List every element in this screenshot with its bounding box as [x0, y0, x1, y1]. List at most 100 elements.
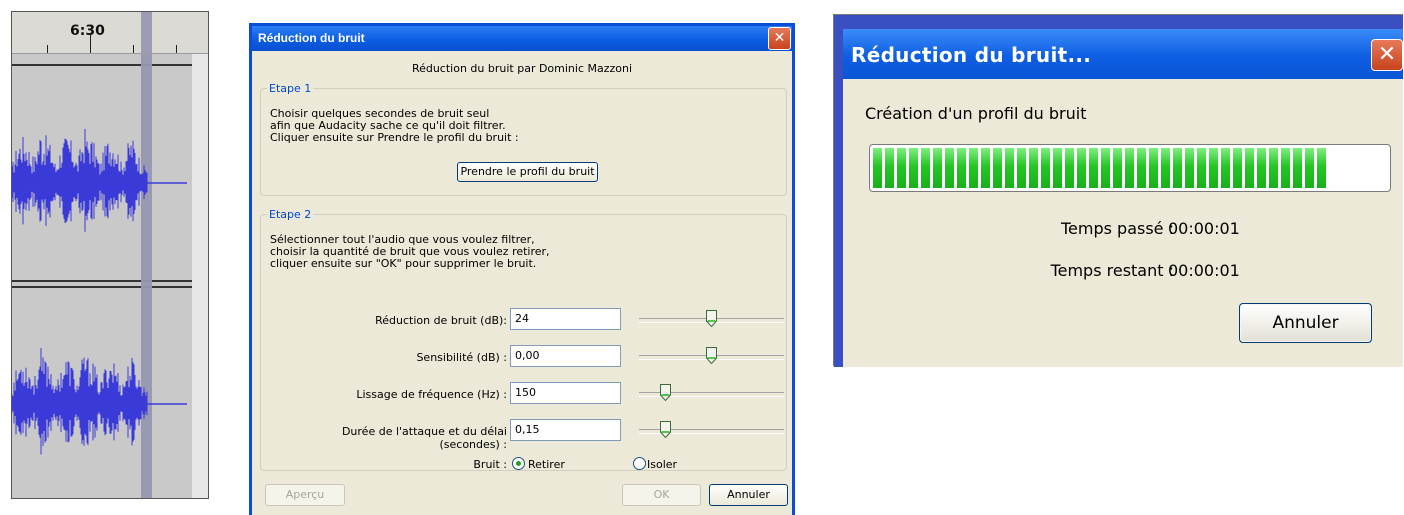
remaining-time-label: Temps restant :: [1050, 261, 1174, 280]
progress-dialog: Réduction du bruit... ✕ Création d'un pr…: [833, 14, 1403, 367]
step2-instructions: Sélectionner tout l'audio que vous voule…: [270, 234, 550, 270]
noise-reduction-label: Réduction de bruit (dB):: [375, 314, 507, 327]
remaining-time-value: 00:00:01: [1168, 261, 1240, 280]
progress-segment: [1113, 148, 1122, 188]
progress-segment: [1041, 148, 1050, 188]
progress-segment: [1293, 148, 1302, 188]
waveform-path: [12, 128, 148, 232]
progress-segment: [897, 148, 906, 188]
noise-reduction-slider[interactable]: [639, 308, 784, 330]
progress-segment: [921, 148, 930, 188]
frequency-smoothing-input[interactable]: 150: [510, 382, 621, 404]
step1-legend: Etape 1: [267, 82, 314, 95]
elapsed-time-value: 00:00:01: [1168, 219, 1240, 238]
waveform-path: [12, 348, 148, 455]
ok-button[interactable]: OK: [622, 484, 701, 506]
credit-text: Réduction du bruit par Dominic Mazzoni: [411, 62, 633, 75]
progress-segment: [1209, 148, 1218, 188]
progress-segment: [1101, 148, 1110, 188]
ruler-time-label: 6:30: [70, 23, 105, 39]
progress-segment: [1173, 148, 1182, 188]
timeline-ruler[interactable]: 6:30: [12, 12, 208, 54]
frequency-smoothing-label: Lissage de fréquence (Hz) :: [356, 388, 507, 401]
noise-reduction-input[interactable]: 24: [510, 308, 621, 330]
slider-thumb-icon[interactable]: [706, 347, 717, 364]
cancel-button[interactable]: Annuler: [1239, 303, 1372, 343]
instruction-line: cliquer ensuite sur "OK" pour supprimer …: [270, 257, 537, 270]
isolate-radio-label[interactable]: Isoler: [647, 458, 677, 471]
cancel-button[interactable]: Annuler: [709, 484, 788, 506]
progress-segment: [1221, 148, 1230, 188]
progress-segment: [1137, 148, 1146, 188]
progress-segment: [1149, 148, 1158, 188]
remove-radio-label[interactable]: Retirer: [528, 458, 565, 471]
progress-segment: [933, 148, 942, 188]
frequency-smoothing-slider[interactable]: [639, 382, 784, 404]
waveform-panel: 6:30: [11, 11, 209, 499]
radio-selected-dot: [516, 461, 521, 466]
progress-segment: [1029, 148, 1038, 188]
progress-segment: [1077, 148, 1086, 188]
step2-group: Etape 2 Sélectionner tout l'audio que vo…: [260, 208, 787, 471]
progress-titlebar[interactable]: Réduction du bruit... ✕: [843, 29, 1403, 79]
attack-decay-label: Durée de l'attaque et du délai (secondes…: [341, 425, 507, 451]
progress-segment: [993, 148, 1002, 188]
progress-segment: [957, 148, 966, 188]
isolate-radio[interactable]: [633, 457, 646, 470]
progress-body: Création d'un profil du bruit Temps pass…: [843, 79, 1403, 367]
progress-segment: [981, 148, 990, 188]
preview-button[interactable]: Aperçu: [265, 484, 345, 506]
instruction-line: Cliquer ensuite sur Prendre le profil du…: [270, 131, 519, 144]
ruler-tick: [133, 45, 134, 53]
ruler-tick: [176, 45, 177, 53]
track-scroll-edge: [192, 54, 208, 498]
progress-status: Création d'un profil du bruit: [865, 104, 1087, 123]
waveform-left: [12, 128, 187, 232]
slider-thumb-icon[interactable]: [660, 384, 671, 401]
sensitivity-slider[interactable]: [639, 345, 784, 367]
step1-instructions: Choisir quelques secondes de bruit seul …: [270, 108, 519, 144]
progress-segment: [873, 148, 882, 188]
progress-segment: [1257, 148, 1266, 188]
sensitivity-input[interactable]: 0,00: [510, 345, 621, 367]
progress-segment: [1053, 148, 1062, 188]
background-window-edge: [834, 15, 843, 367]
ruler-tick: [90, 35, 91, 53]
remove-radio[interactable]: [512, 457, 525, 470]
progress-segment: [1197, 148, 1206, 188]
elapsed-time-label: Temps passé :: [1060, 219, 1174, 238]
sensitivity-label: Sensibilité (dB) :: [416, 351, 507, 364]
close-icon[interactable]: ✕: [1371, 39, 1403, 71]
ruler-tick: [47, 45, 48, 53]
progress-segment: [1281, 148, 1290, 188]
progress-segment: [1305, 148, 1314, 188]
progress-segment: [1269, 148, 1278, 188]
progress-segment: [1185, 148, 1194, 188]
progress-segment: [1317, 148, 1326, 188]
noise-removal-dialog: Réduction du bruit ✕ Réduction du bruit …: [249, 23, 795, 515]
step2-legend: Etape 2: [267, 208, 314, 221]
close-icon[interactable]: ✕: [768, 27, 791, 50]
dialog-titlebar[interactable]: Réduction du bruit ✕: [252, 26, 792, 51]
slider-thumb-icon[interactable]: [706, 310, 717, 327]
progress-segment: [1161, 148, 1170, 188]
progress-segment: [885, 148, 894, 188]
attack-decay-slider[interactable]: [639, 419, 784, 441]
step1-group: Etape 1 Choisir quelques secondes de bru…: [260, 82, 787, 196]
progress-bar: [869, 144, 1391, 192]
progress-title: Réduction du bruit...: [851, 43, 1092, 67]
get-noise-profile-button[interactable]: Prendre le profil du bruit: [457, 162, 598, 182]
attack-decay-input[interactable]: 0,15: [510, 419, 621, 441]
progress-segment: [969, 148, 978, 188]
slider-thumb-icon[interactable]: [660, 421, 671, 438]
progress-segment: [1233, 148, 1242, 188]
progress-segment: [1245, 148, 1254, 188]
progress-segment: [1017, 148, 1026, 188]
progress-segment: [1005, 148, 1014, 188]
progress-bar-fill: [873, 148, 1326, 188]
progress-segment: [909, 148, 918, 188]
background-window-edge: [843, 15, 1403, 29]
noise-mode-label: Bruit :: [473, 458, 507, 471]
progress-segment: [1065, 148, 1074, 188]
progress-segment: [1089, 148, 1098, 188]
